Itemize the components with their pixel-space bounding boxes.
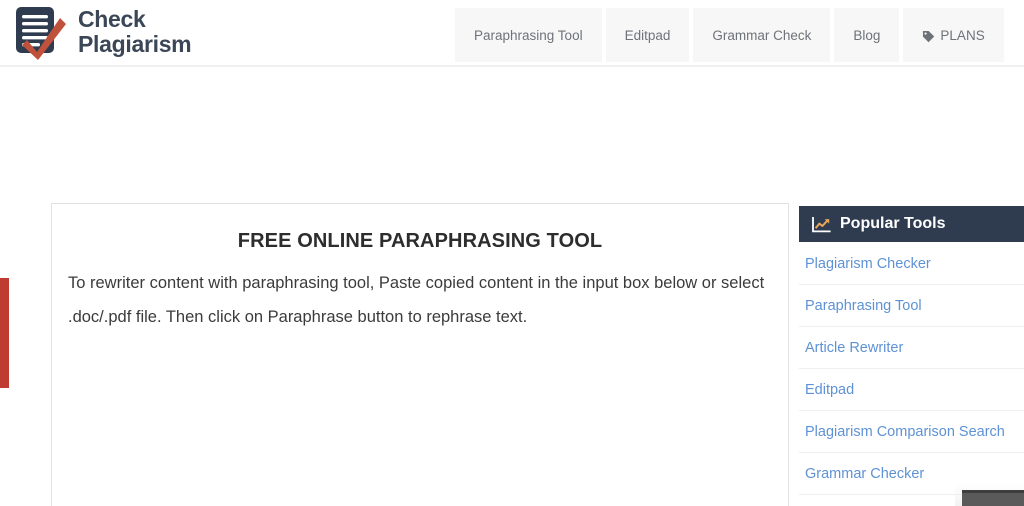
nav-item-label: Editpad bbox=[624, 27, 671, 43]
popular-tools-list: Plagiarism Checker Paraphrasing Tool Art… bbox=[799, 242, 1024, 506]
sidebar-item-plagiarism-comparison-search[interactable]: Plagiarism Comparison Search bbox=[799, 411, 1024, 453]
sidebar-item-paraphrasing-tool[interactable]: Paraphrasing Tool bbox=[799, 285, 1024, 327]
popular-tools-title: Popular Tools bbox=[840, 215, 946, 232]
document-check-logo-icon bbox=[10, 4, 68, 60]
sidebar-item-grammar-checker[interactable]: Grammar Checker bbox=[799, 453, 1024, 495]
list-item: Article Rewriter bbox=[799, 327, 1024, 369]
list-item: Editpad bbox=[799, 369, 1024, 411]
nav-item-plans[interactable]: PLANS bbox=[903, 8, 1004, 62]
left-side-sticky-tab[interactable] bbox=[0, 278, 9, 388]
paraphrasing-tool-card: FREE ONLINE PARAPHRASING TOOL To rewrite… bbox=[51, 203, 789, 506]
brand-name: Check Plagiarism bbox=[78, 6, 192, 57]
corner-overlay-panel[interactable] bbox=[962, 490, 1024, 506]
sidebar-item-article-rewriter[interactable]: Article Rewriter bbox=[799, 327, 1024, 369]
nav-item-label: PLANS bbox=[940, 27, 985, 43]
list-item: Paraphrasing Tool bbox=[799, 285, 1024, 327]
popular-tools-sidebar: Popular Tools Plagiarism Checker Paraphr… bbox=[799, 206, 1024, 506]
main-navigation: Paraphrasing Tool Editpad Grammar Check … bbox=[455, 8, 1004, 62]
nav-item-blog[interactable]: Blog bbox=[834, 8, 900, 62]
nav-item-editpad[interactable]: Editpad bbox=[605, 8, 690, 62]
nav-item-grammar-check[interactable]: Grammar Check bbox=[693, 8, 831, 62]
nav-item-label: Blog bbox=[853, 27, 881, 43]
brand-logo-link[interactable]: Check Plagiarism bbox=[10, 4, 192, 60]
list-item: Plagiarism Checker bbox=[799, 242, 1024, 285]
page-description: To rewriter content with paraphrasing to… bbox=[68, 274, 765, 326]
tag-icon bbox=[922, 30, 935, 43]
list-item: Plagiarism Comparison Search bbox=[799, 411, 1024, 453]
popular-tools-header: Popular Tools bbox=[799, 206, 1024, 242]
nav-item-label: Grammar Check bbox=[712, 27, 812, 43]
site-header: Check Plagiarism Paraphrasing Tool Editp… bbox=[0, 0, 1024, 67]
page-title: FREE ONLINE PARAPHRASING TOOL bbox=[237, 230, 603, 252]
sidebar-item-editpad[interactable]: Editpad bbox=[799, 369, 1024, 411]
nav-item-paraphrasing-tool[interactable]: Paraphrasing Tool bbox=[455, 8, 602, 62]
line-chart-icon bbox=[812, 216, 831, 233]
list-item: Grammar Checker bbox=[799, 453, 1024, 495]
nav-item-label: Paraphrasing Tool bbox=[474, 27, 583, 43]
sidebar-item-plagiarism-checker[interactable]: Plagiarism Checker bbox=[799, 242, 1024, 285]
